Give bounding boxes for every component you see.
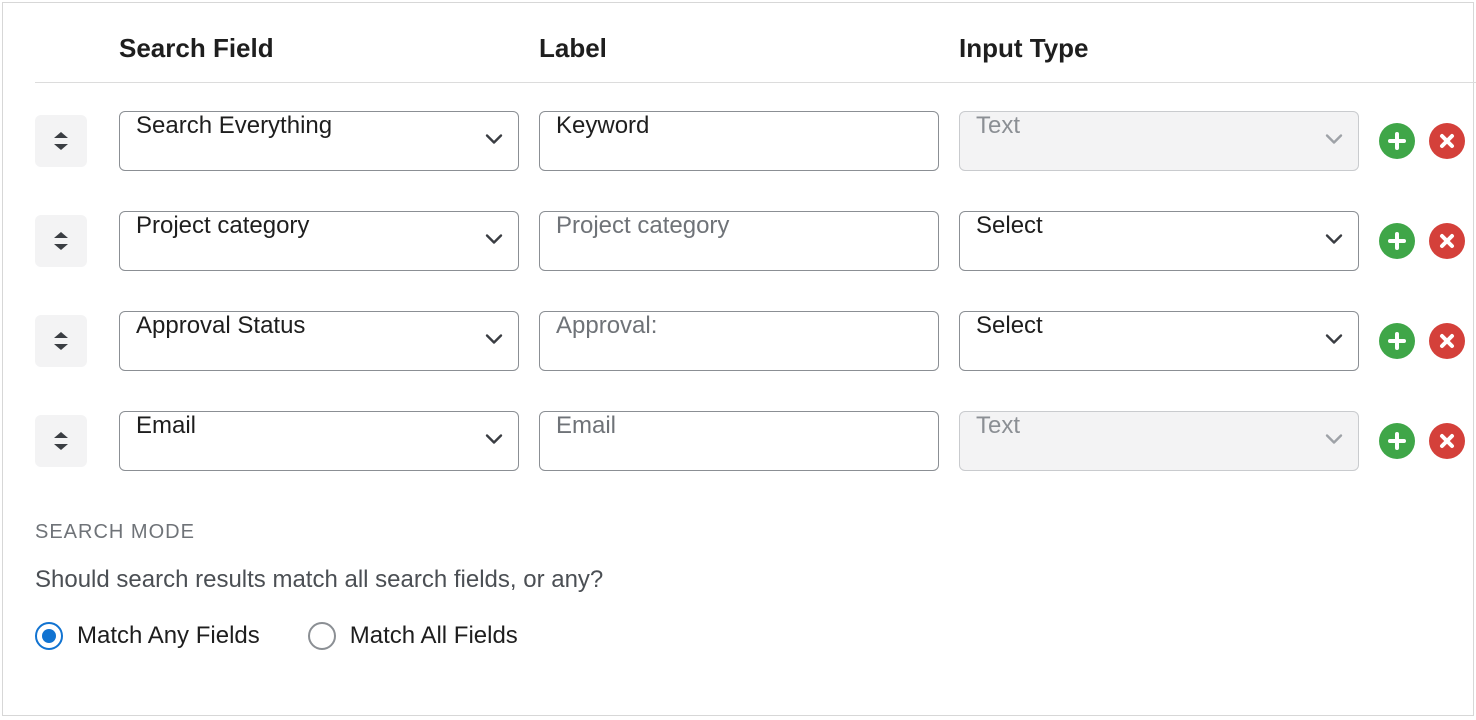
row-actions (1379, 223, 1476, 259)
radio-indicator-any (35, 622, 63, 650)
search-field-value: Approval Status (136, 312, 305, 339)
label-input-text: Keyword (556, 112, 649, 139)
search-mode-title: SEARCH MODE (35, 521, 1441, 544)
search-fields-panel: Search Field Label Input Type Search Eve… (2, 2, 1474, 716)
radio-indicator-all (308, 622, 336, 650)
drag-handle[interactable] (35, 215, 87, 267)
sort-icon (52, 230, 70, 252)
search-field-select-wrap: Email (119, 411, 519, 471)
add-row-button[interactable] (1379, 323, 1415, 359)
label-input-wrap: Email (539, 411, 939, 471)
close-icon (1437, 231, 1457, 251)
input-type-select: Text (959, 111, 1359, 171)
sort-icon (52, 430, 70, 452)
search-field-select[interactable]: Email (119, 411, 519, 471)
header-label: Label (539, 33, 939, 82)
remove-row-button[interactable] (1429, 223, 1465, 259)
row-actions (1379, 423, 1476, 459)
label-input-text: Email (556, 412, 616, 439)
label-input[interactable]: Approval: (539, 311, 939, 371)
search-field-select[interactable]: Search Everything (119, 111, 519, 171)
input-type-select-wrap: Text (959, 111, 1359, 171)
label-input-wrap: Project category (539, 211, 939, 271)
search-field-select[interactable]: Approval Status (119, 311, 519, 371)
plus-icon (1387, 331, 1407, 351)
search-mode-description: Should search results match all search f… (35, 566, 1441, 594)
add-row-button[interactable] (1379, 423, 1415, 459)
search-field-value: Search Everything (136, 112, 332, 139)
input-type-value: Text (976, 412, 1020, 439)
close-icon (1437, 131, 1457, 151)
row-actions (1379, 323, 1476, 359)
plus-icon (1387, 431, 1407, 451)
remove-row-button[interactable] (1429, 123, 1465, 159)
drag-handle[interactable] (35, 415, 87, 467)
input-type-select-wrap: Select (959, 311, 1359, 371)
input-type-select[interactable]: Select (959, 311, 1359, 371)
search-field-value: Project category (136, 212, 309, 239)
header-search-field: Search Field (119, 33, 519, 82)
label-input[interactable]: Keyword (539, 111, 939, 171)
search-field-value: Email (136, 412, 196, 439)
search-mode-radio-group: Match Any Fields Match All Fields (35, 622, 1441, 650)
radio-label-all: Match All Fields (350, 622, 518, 650)
header-divider (35, 82, 1476, 83)
add-row-button[interactable] (1379, 123, 1415, 159)
plus-icon (1387, 131, 1407, 151)
label-input[interactable]: Email (539, 411, 939, 471)
drag-handle[interactable] (35, 115, 87, 167)
search-field-select-wrap: Search Everything (119, 111, 519, 171)
radio-match-all[interactable]: Match All Fields (308, 622, 518, 650)
header-input-type: Input Type (959, 33, 1359, 82)
input-type-value: Select (976, 312, 1043, 339)
plus-icon (1387, 231, 1407, 251)
drag-handle[interactable] (35, 315, 87, 367)
search-mode-section: SEARCH MODE Should search results match … (35, 511, 1441, 650)
search-field-select-wrap: Project category (119, 211, 519, 271)
sort-icon (52, 130, 70, 152)
radio-label-any: Match Any Fields (77, 622, 260, 650)
radio-match-any[interactable]: Match Any Fields (35, 622, 260, 650)
input-type-select: Text (959, 411, 1359, 471)
remove-row-button[interactable] (1429, 323, 1465, 359)
remove-row-button[interactable] (1429, 423, 1465, 459)
label-input-text: Project category (556, 212, 729, 239)
sort-icon (52, 330, 70, 352)
input-type-select-wrap: Text (959, 411, 1359, 471)
input-type-select-wrap: Select (959, 211, 1359, 271)
input-type-value: Select (976, 212, 1043, 239)
search-field-select-wrap: Approval Status (119, 311, 519, 371)
label-input[interactable]: Project category (539, 211, 939, 271)
input-type-select[interactable]: Select (959, 211, 1359, 271)
label-input-wrap: Approval: (539, 311, 939, 371)
close-icon (1437, 431, 1457, 451)
search-fields-table: Search Field Label Input Type Search Eve… (35, 33, 1441, 511)
input-type-value: Text (976, 112, 1020, 139)
row-actions (1379, 123, 1476, 159)
label-input-wrap: Keyword (539, 111, 939, 171)
add-row-button[interactable] (1379, 223, 1415, 259)
label-input-text: Approval: (556, 312, 657, 339)
search-field-select[interactable]: Project category (119, 211, 519, 271)
close-icon (1437, 331, 1457, 351)
